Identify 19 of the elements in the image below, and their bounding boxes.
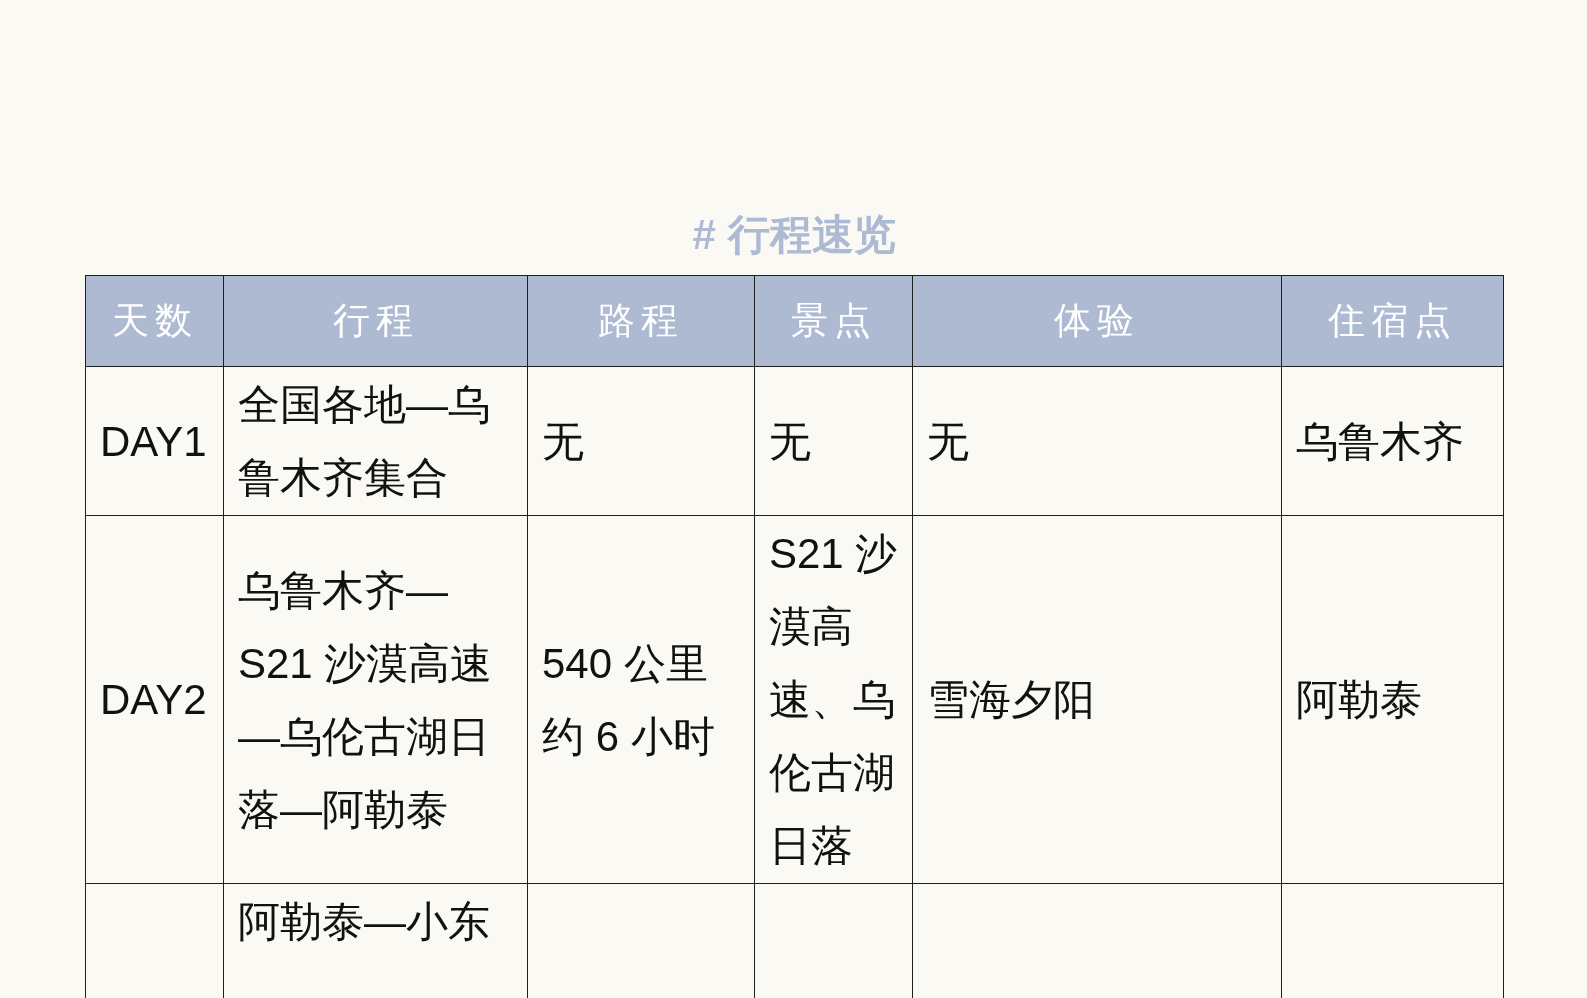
table-cell: S21 沙漠高速、乌伦古湖日落 — [754, 515, 913, 884]
table-cell: DAY2 — [85, 515, 224, 884]
table-cell: 阿勒泰 — [1281, 515, 1504, 884]
table-cell: 全国各地—乌鲁木齐集合 — [223, 366, 528, 516]
table-cell: 无 — [912, 366, 1282, 516]
table-cell: 540 公里约 6 小时 — [527, 515, 755, 884]
column-header: 景点 — [754, 275, 913, 367]
table-cell: 无 — [527, 366, 755, 516]
column-header: 住宿点 — [1281, 275, 1504, 367]
table-cell: DAY1 — [85, 366, 224, 516]
section-heading: # 行程速览 — [692, 210, 896, 260]
table-cell: 乌鲁木齐 — [1281, 366, 1504, 516]
column-header: 行程 — [223, 275, 528, 367]
column-header: 路程 — [527, 275, 755, 367]
column-header: 天数 — [85, 275, 224, 367]
column-header: 体验 — [912, 275, 1282, 367]
table-cell: 无 — [754, 366, 913, 516]
table-cell: 乌鲁木齐—S21 沙漠高速—乌伦古湖日落—阿勒泰 — [223, 515, 528, 884]
table-cell: 雪海夕阳 — [912, 515, 1282, 884]
